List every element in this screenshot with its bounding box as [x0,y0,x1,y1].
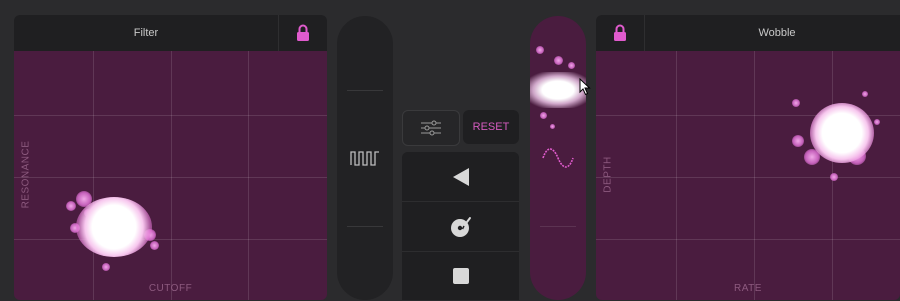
wobble-header: Wobble [596,15,900,51]
filter-header: Filter [14,15,327,51]
filter-touch-point[interactable] [76,197,152,257]
settings-button[interactable] [402,110,460,146]
wobble-x-axis-label: RATE [734,283,762,294]
reset-button[interactable]: RESET [463,110,519,144]
wobble-xy-pad[interactable]: RATE DEPTH [596,51,900,300]
filter-xy-pad[interactable]: CUTOFF RESONANCE [14,51,327,300]
wobble-y-axis-label: DEPTH [602,156,614,193]
square-wave-icon [350,151,379,166]
wobble-lock-button[interactable] [596,15,645,51]
wobble-title: Wobble [758,27,796,39]
play-reverse-icon [452,167,469,186]
cursor-icon [579,78,591,96]
sine-wave-icon [542,148,574,168]
strip-glow [530,72,586,108]
stop-button[interactable] [402,252,519,300]
filter-effect-strip[interactable] [337,16,393,300]
turntable-button[interactable] [402,202,519,252]
filter-x-axis-label: CUTOFF [148,283,193,294]
reset-label: RESET [472,121,510,133]
stop-icon [452,268,469,284]
transport-panel [402,152,519,300]
wobble-effect-strip[interactable] [530,16,586,300]
filter-lock-button[interactable] [278,15,327,51]
sliders-icon [421,120,441,136]
wobble-touch-point[interactable] [810,103,874,163]
reverse-button[interactable] [402,152,519,202]
lock-icon [614,24,626,41]
turntable-icon [450,216,471,237]
filter-y-axis-label: RESONANCE [20,140,32,209]
lock-icon [297,24,309,41]
filter-title: Filter [133,27,159,39]
